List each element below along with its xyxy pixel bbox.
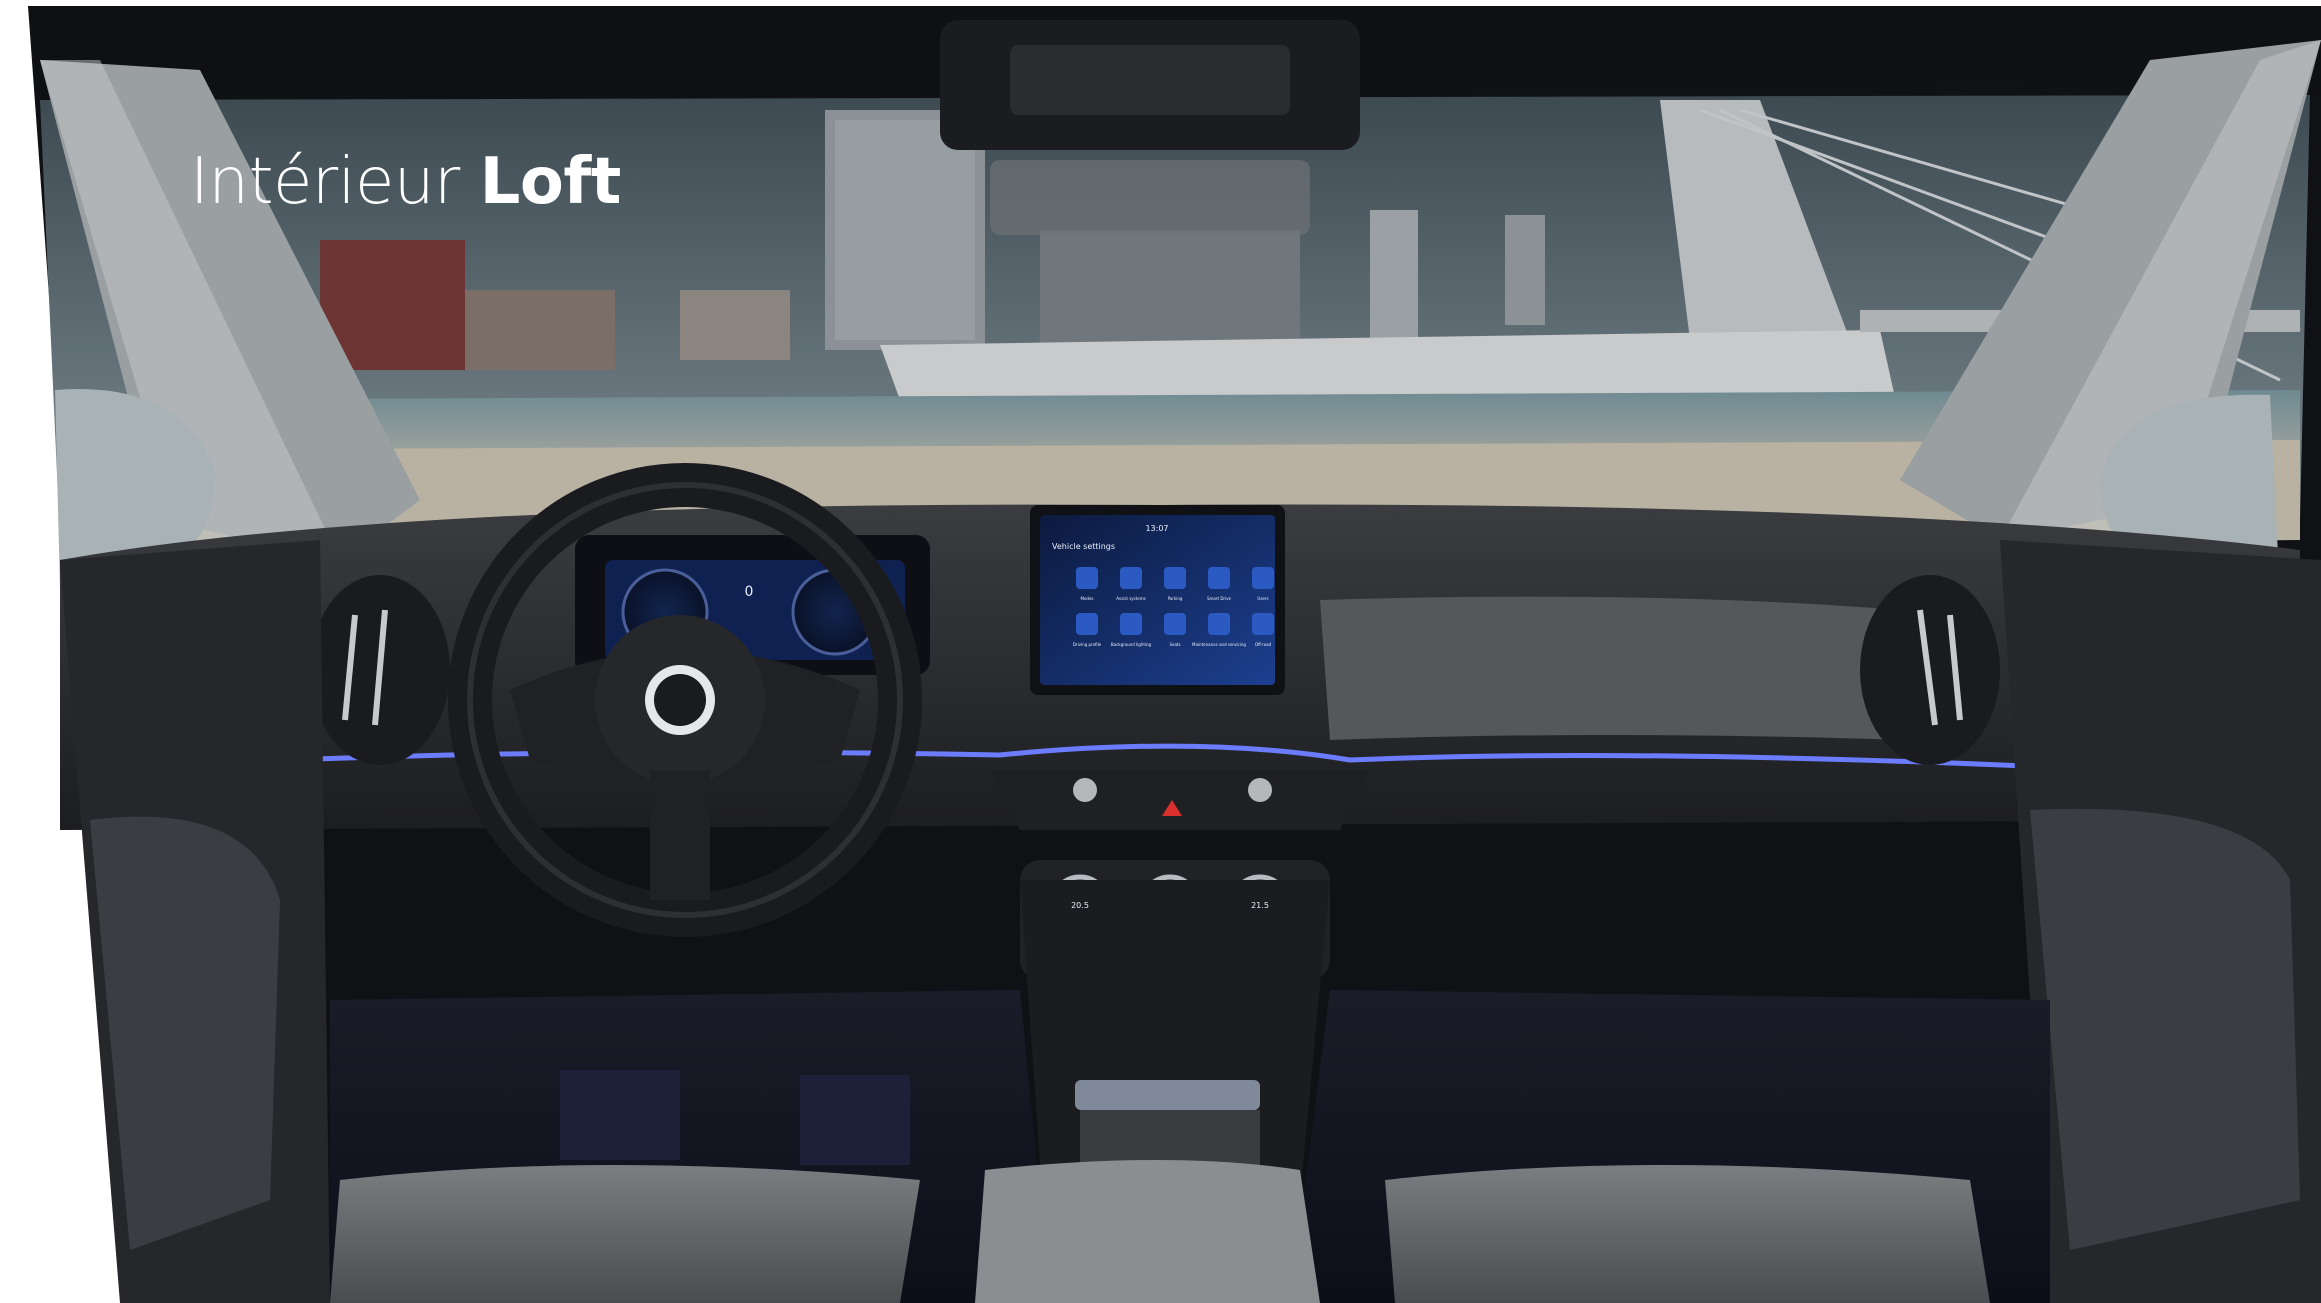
infotainment-tile — [1208, 613, 1230, 635]
title-emphasis: Loft — [479, 145, 622, 219]
infotainment-tile — [1076, 613, 1098, 635]
infotainment-tile — [1252, 567, 1274, 589]
infotainment-tile — [1164, 613, 1186, 635]
infotainment-tile — [1076, 567, 1098, 589]
title-prefix: Intérieur — [190, 145, 480, 219]
infotainment-tile-label: Seats — [1169, 642, 1180, 647]
climate-driver-temp: 20.5 — [1071, 901, 1089, 910]
infotainment-tile-label: Users — [1257, 596, 1268, 601]
cluster-speed: 0 — [745, 584, 754, 600]
infotainment-tile-label: Off-road — [1255, 642, 1272, 647]
infotainment-tile-label: Modes — [1081, 596, 1094, 601]
climate-passenger-temp: 21.5 — [1251, 901, 1269, 910]
page-title: Intérieur Loft — [190, 150, 621, 214]
infotainment-tile-label: Background lighting — [1111, 642, 1152, 647]
infotainment-tile-label: Smart Drive — [1207, 596, 1232, 601]
infotainment-tile-label: Assist systems — [1116, 596, 1145, 601]
infotainment-tile-label: Driving profile — [1073, 642, 1102, 647]
infotainment-tile — [1120, 613, 1142, 635]
infotainment-heading: Vehicle settings — [1052, 542, 1115, 551]
infotainment-tile-label: Parking — [1168, 596, 1183, 601]
infotainment-tile-label: Maintenance and servicing — [1192, 642, 1246, 647]
infotainment-tile — [1252, 613, 1274, 635]
infotainment-tile — [1120, 567, 1142, 589]
infotainment-tile — [1164, 567, 1186, 589]
infotainment-clock: 13:07 — [1145, 524, 1168, 533]
infotainment-tile — [1208, 567, 1230, 589]
